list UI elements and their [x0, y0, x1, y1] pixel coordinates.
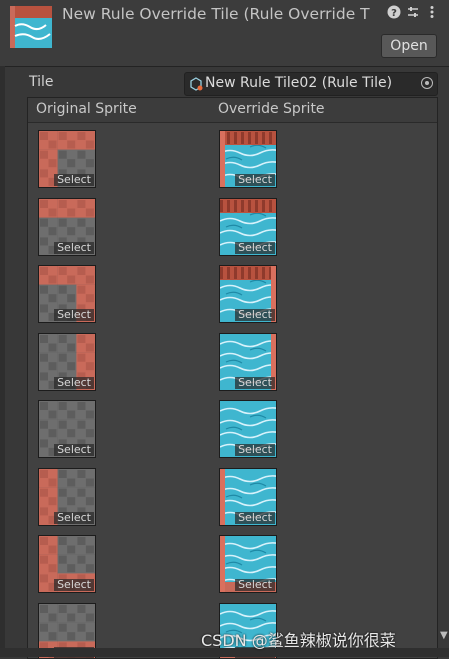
original-sprite-slot[interactable]: Select: [38, 468, 96, 526]
select-button[interactable]: Select: [54, 174, 94, 186]
table-row: Select Select: [28, 130, 437, 197]
window-left-edge: [0, 66, 5, 657]
original-sprite-slot[interactable]: Select: [38, 400, 96, 458]
select-button[interactable]: Select: [54, 444, 94, 456]
select-button[interactable]: Select: [54, 579, 94, 591]
override-sprite-slot[interactable]: Select: [219, 400, 277, 458]
table-header: Original Sprite Override Sprite: [28, 98, 437, 123]
tile-field-label: Tile: [29, 74, 54, 90]
inspector-header: New Rule Override Tile (Rule Override T …: [0, 0, 449, 67]
original-sprite-slot[interactable]: Select: [38, 265, 96, 323]
override-sprite-slot[interactable]: Select: [219, 265, 277, 323]
tile-field-value: New Rule Tile02 (Rule Tile): [205, 75, 392, 91]
table-row: Select Select: [28, 535, 437, 602]
tile-object-field[interactable]: New Rule Tile02 (Rule Tile): [184, 72, 438, 96]
select-button[interactable]: Select: [235, 174, 275, 186]
select-button[interactable]: Select: [235, 377, 275, 389]
select-button[interactable]: Select: [235, 444, 275, 456]
override-sprite-slot[interactable]: Select: [219, 333, 277, 391]
help-icon[interactable]: ?: [386, 5, 402, 21]
watermark-text: CSDN @鲨鱼辣椒说你很菜: [201, 627, 396, 651]
table-row: Select Select: [28, 400, 437, 467]
original-sprite-slot[interactable]: Select: [38, 198, 96, 256]
table-row: Select Select: [28, 333, 437, 400]
object-picker-icon[interactable]: [421, 77, 433, 89]
select-button[interactable]: Select: [235, 579, 275, 591]
original-sprite-slot[interactable]: Select: [38, 333, 96, 391]
select-button[interactable]: Select: [54, 512, 94, 524]
override-sprite-slot[interactable]: Select: [219, 468, 277, 526]
rule-override-tile-thumbnail: [10, 6, 52, 48]
select-button[interactable]: Select: [54, 377, 94, 389]
asset-title: New Rule Override Tile (Rule Override T: [62, 5, 378, 23]
rule-tile-icon: [189, 77, 203, 91]
select-button[interactable]: Select: [235, 512, 275, 524]
select-button[interactable]: Select: [235, 309, 275, 321]
override-sprite-slot[interactable]: Select: [219, 130, 277, 188]
table-row: Select Select: [28, 198, 437, 265]
svg-text:?: ?: [391, 8, 397, 19]
original-sprite-header: Original Sprite: [36, 101, 137, 117]
select-button[interactable]: Select: [54, 309, 94, 321]
original-sprite-slot[interactable]: Select: [38, 130, 96, 188]
select-button[interactable]: Select: [235, 242, 275, 254]
table-row: Select Select: [28, 265, 437, 332]
override-sprite-table: Original Sprite Override Sprite SelectSe…: [27, 97, 438, 659]
preset-icon[interactable]: [405, 5, 421, 21]
override-sprite-slot[interactable]: Select: [219, 535, 277, 593]
open-button[interactable]: Open: [381, 34, 437, 58]
kebab-menu-icon[interactable]: [424, 5, 440, 21]
select-button[interactable]: Select: [54, 242, 94, 254]
chevron-down-icon: ▼: [440, 630, 448, 641]
override-sprite-slot[interactable]: Select: [219, 198, 277, 256]
table-row: Select Select: [28, 468, 437, 535]
override-sprite-header: Override Sprite: [218, 101, 325, 117]
original-sprite-slot[interactable]: Select: [38, 535, 96, 593]
